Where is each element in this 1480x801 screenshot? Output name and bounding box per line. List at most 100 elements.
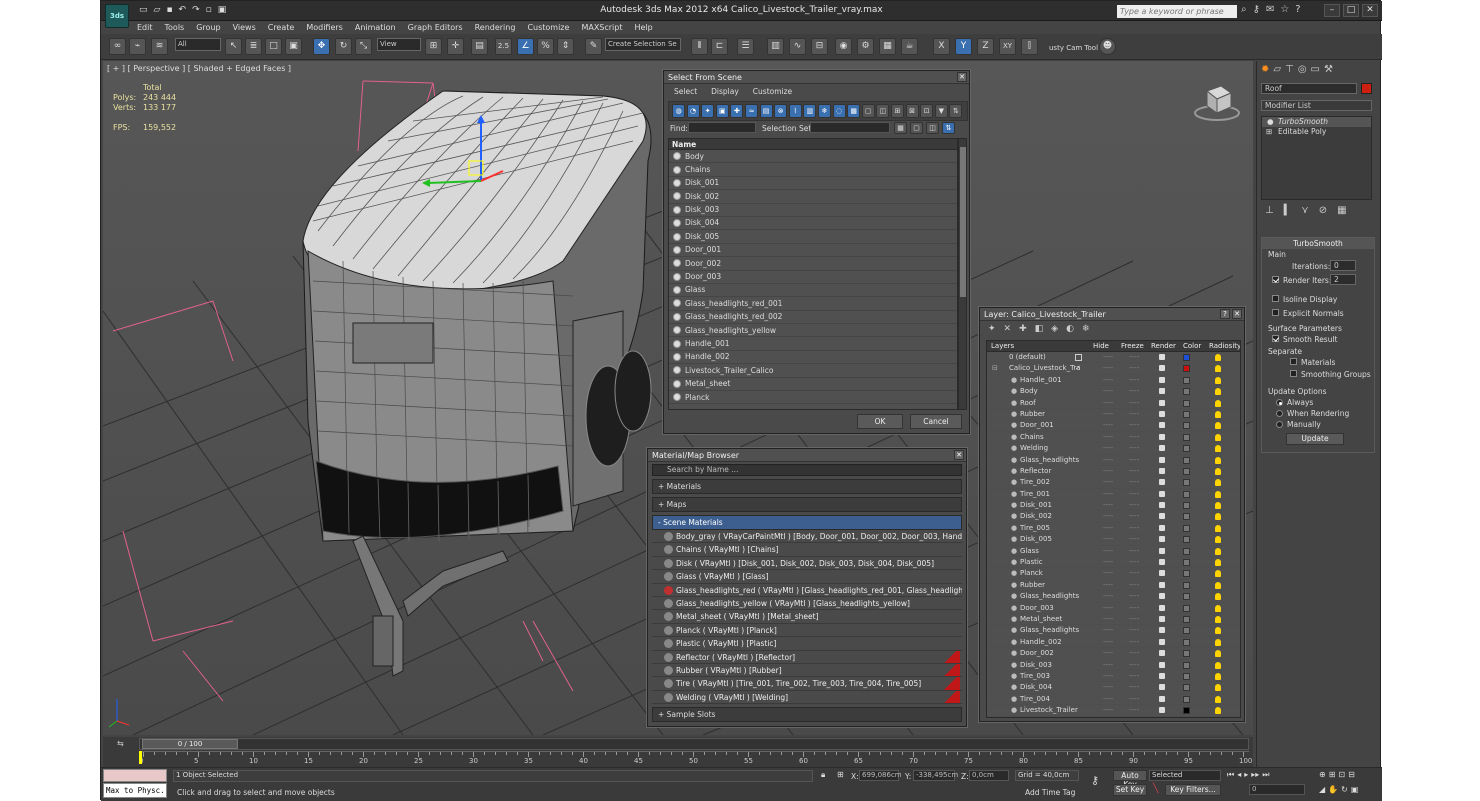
object-color-swatch[interactable]: [1183, 502, 1190, 510]
stack-item-editable-poly[interactable]: ⊞ Editable Poly: [1262, 127, 1371, 137]
render-icon[interactable]: [1159, 410, 1165, 417]
material-row[interactable]: Tire ( VRayMtl ) [Tire_001, Tire_002, Ti…: [652, 677, 962, 691]
transform-mode-icon[interactable]: ⊞: [837, 770, 846, 779]
layer-object-row[interactable]: ● Disk_002 ---- ----: [987, 511, 1240, 523]
mirror-icon[interactable]: ⫴: [691, 38, 708, 55]
help-icon[interactable]: ?: [1220, 309, 1230, 319]
layer-column-color[interactable]: Color: [1183, 342, 1201, 350]
render-icon[interactable]: [1159, 479, 1165, 486]
freeze-toggle[interactable]: ----: [1129, 409, 1139, 420]
checkmark-icon[interactable]: ✓: [1075, 363, 1081, 374]
radiosity-icon[interactable]: [1215, 502, 1221, 510]
scene-object-row[interactable]: Disk_004: [669, 217, 957, 231]
menu-graph-editors[interactable]: Graph Editors: [402, 21, 469, 34]
object-color-swatch[interactable]: [1183, 615, 1190, 623]
freeze-toggle[interactable]: ----: [1129, 420, 1139, 431]
motion-tab-icon[interactable]: ◎: [1298, 64, 1307, 75]
layer-object-row[interactable]: ● Tire_002 ---- ----: [987, 477, 1240, 489]
modify-tab-icon[interactable]: ▱: [1273, 64, 1281, 75]
layer-object-row[interactable]: ● Door_002 ---- ----: [987, 648, 1240, 660]
radiosity-icon[interactable]: [1215, 467, 1221, 475]
layer-object-row[interactable]: ● Tire_005 ---- ----: [987, 523, 1240, 535]
radiosity-icon[interactable]: [1215, 524, 1221, 532]
radiosity-icon[interactable]: [1215, 410, 1221, 418]
material-row[interactable]: Planck ( VRayMtl ) [Planck]: [652, 624, 962, 638]
hide-toggle[interactable]: ----: [1103, 603, 1113, 614]
object-color-swatch[interactable]: [1183, 376, 1190, 384]
filter-cameras-icon[interactable]: ▣: [715, 104, 729, 118]
radiosity-icon[interactable]: [1215, 354, 1221, 361]
keyboard-shortcut-icon[interactable]: ▤: [471, 38, 488, 55]
layer-object-row[interactable]: ● Disk_003 ---- ----: [987, 660, 1240, 671]
layer-column-radiosity[interactable]: Radiosity: [1209, 342, 1240, 350]
menu-animation[interactable]: Animation: [349, 21, 402, 34]
layer-object-row[interactable]: ● Metal_sheet ---- ----: [987, 614, 1240, 626]
render-icon[interactable]: [1159, 570, 1165, 577]
maxscript-listener-output[interactable]: [103, 769, 167, 782]
selection-set-dropdown[interactable]: [810, 122, 890, 133]
freeze-toggle[interactable]: ----: [1129, 511, 1139, 522]
communication-icon[interactable]: ✉: [1266, 4, 1274, 15]
object-color-swatch[interactable]: [1183, 581, 1190, 589]
menu-rendering[interactable]: Rendering: [469, 21, 522, 34]
material-row[interactable]: Metal_sheet ( VRayMtl ) [Metal_sheet]: [652, 610, 962, 624]
layer-column-render[interactable]: Render: [1151, 342, 1176, 350]
layer-object-row[interactable]: ● Tire_004 ---- ----: [987, 694, 1240, 706]
render-icon[interactable]: [1159, 354, 1165, 360]
scene-object-row[interactable]: Metal_sheet: [669, 378, 957, 392]
material-row[interactable]: Glass_headlights_yellow ( VRayMtl ) [Gla…: [652, 597, 962, 611]
axis-x-button[interactable]: X: [933, 38, 950, 55]
scene-object-row[interactable]: Glass: [669, 284, 957, 298]
hide-toggle[interactable]: ----: [1103, 375, 1113, 386]
zoom-icon[interactable]: ⊕: [1319, 770, 1326, 779]
make-unique-icon[interactable]: ⋎: [1301, 205, 1308, 216]
select-scene-menu-customize[interactable]: Customize: [753, 87, 792, 96]
radiosity-icon[interactable]: [1215, 513, 1221, 521]
selection-filter-dropdown[interactable]: All: [175, 38, 221, 51]
keyword-search-input[interactable]: Type a keyword or phrase: [1117, 5, 1237, 18]
hide-toggle[interactable]: ----: [1103, 671, 1113, 682]
go-to-start-icon[interactable]: ⏮: [1227, 770, 1234, 780]
render-icon[interactable]: [1159, 376, 1165, 383]
object-color-swatch[interactable]: [1183, 570, 1190, 578]
object-color-swatch[interactable]: [1183, 559, 1190, 567]
hide-toggle[interactable]: ----: [1103, 637, 1113, 648]
selection-lock-icon[interactable]: 🔒︎: [821, 770, 830, 779]
play-icon[interactable]: ▸: [1244, 770, 1248, 780]
object-color-swatch[interactable]: [1183, 422, 1190, 430]
menu-maxscript[interactable]: MAXScript: [575, 21, 628, 34]
remove-modifier-icon[interactable]: ⊘: [1319, 205, 1327, 216]
freeze-toggle[interactable]: ----: [1129, 648, 1139, 659]
menu-edit[interactable]: Edit: [131, 21, 159, 34]
filter-helpers-icon[interactable]: ✚: [730, 104, 744, 118]
layer-object-row[interactable]: ● Disk_004 ---- ----: [987, 682, 1240, 694]
layer-object-row[interactable]: ● Disk_001 ---- ----: [987, 500, 1240, 512]
select-move-icon[interactable]: ✥: [313, 38, 330, 55]
orbit-icon[interactable]: ↻: [1341, 785, 1348, 794]
material-row[interactable]: Glass_headlights_red ( VRayMtl ) [Glass_…: [652, 584, 962, 597]
collapse-icon[interactable]: ⊟: [992, 363, 998, 374]
filter-none-icon[interactable]: ▢: [861, 104, 875, 118]
smooth-result-checkbox[interactable]: [1272, 335, 1279, 342]
hide-toggle[interactable]: ----: [1103, 398, 1113, 409]
hide-toggle[interactable]: ----: [1103, 500, 1113, 511]
scrollbar-thumb[interactable]: [960, 147, 966, 297]
maximize-icon[interactable]: □: [1343, 4, 1359, 17]
rendered-frame-icon[interactable]: ▦: [879, 38, 896, 55]
freeze-toggle[interactable]: ----: [1129, 603, 1139, 614]
select-by-name-icon[interactable]: ≣: [245, 38, 262, 55]
radiosity-icon[interactable]: [1215, 422, 1221, 430]
rollout-header[interactable]: TurboSmooth: [1262, 238, 1374, 249]
freeze-toggle[interactable]: ----: [1129, 489, 1139, 500]
radiosity-icon[interactable]: [1215, 559, 1221, 567]
render-icon[interactable]: [1159, 581, 1165, 588]
render-icon[interactable]: [1159, 513, 1165, 520]
freeze-toggle[interactable]: ----: [1129, 591, 1139, 602]
axis-xy-button[interactable]: XY: [999, 38, 1016, 55]
layer-object-row[interactable]: ● Glass ---- ----: [987, 546, 1240, 558]
go-to-end-icon[interactable]: ⏭: [1262, 770, 1269, 780]
layer-object-row[interactable]: ● Glass_headlights ---- ----: [987, 625, 1240, 637]
radiosity-icon[interactable]: [1215, 365, 1221, 373]
scene-object-row[interactable]: Disk_001: [669, 177, 957, 191]
filter-hidden-icon[interactable]: ◌: [832, 104, 846, 118]
